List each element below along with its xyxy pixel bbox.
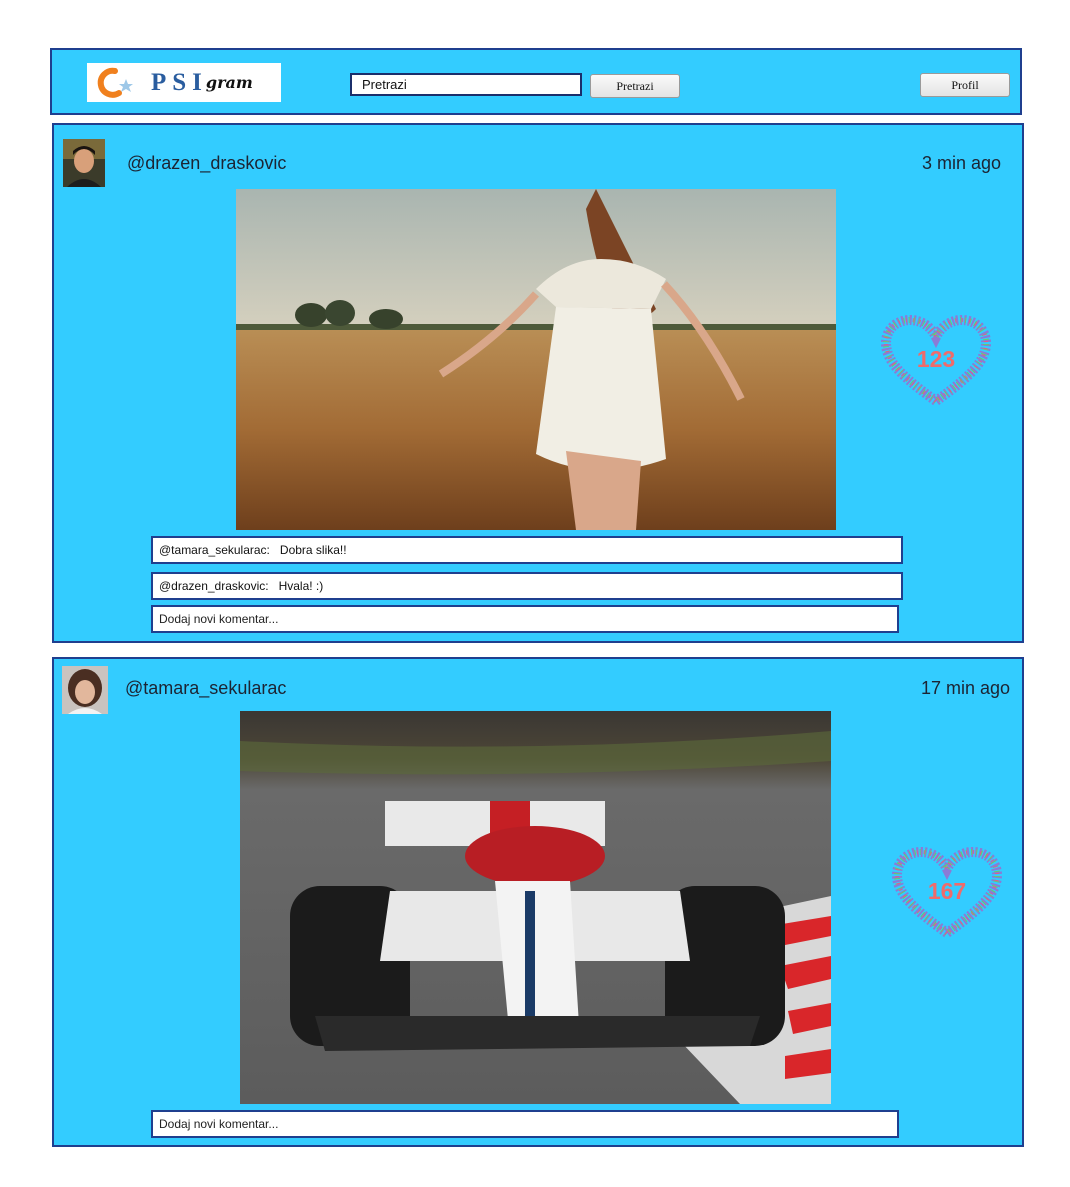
post-card: @tamara_sekularac 17 min ago 167 Dodaj n… — [52, 657, 1024, 1147]
like-button[interactable]: 167 — [891, 847, 1003, 941]
avatar[interactable] — [63, 139, 105, 187]
profile-button[interactable]: Profil — [920, 73, 1010, 97]
like-button[interactable]: 123 — [880, 315, 992, 409]
comment-author[interactable]: @drazen_draskovic: — [159, 579, 269, 593]
post-timestamp: 3 min ago — [921, 153, 1001, 173]
post-card: @drazen_draskovic 3 min ago 123 @tamara_… — [52, 123, 1024, 643]
post-photo[interactable] — [236, 189, 836, 530]
post-photo[interactable] — [240, 711, 831, 1104]
comment: @drazen_draskovic: Hvala! :) — [151, 572, 903, 600]
top-bar: PSI gram Pretrazi Profil — [50, 48, 1022, 115]
post-username[interactable]: @tamara_sekularac — [125, 678, 286, 699]
logo-subtitle: gram — [205, 73, 253, 92]
like-count: 167 — [927, 877, 967, 904]
comment: @tamara_sekularac: Dobra slika!! — [151, 536, 903, 564]
logo-swirl-icon — [97, 67, 133, 98]
post-timestamp: 17 min ago — [920, 678, 1010, 698]
like-count: 123 — [916, 345, 956, 372]
comment-text: Dobra slika!! — [279, 543, 347, 557]
new-comment-input[interactable] — [151, 1110, 899, 1138]
avatar[interactable] — [62, 666, 108, 714]
comment-author[interactable]: @tamara_sekularac: — [159, 543, 270, 557]
new-comment-input[interactable] — [151, 605, 899, 633]
app-logo[interactable]: PSI gram — [87, 63, 281, 102]
search-input[interactable] — [350, 73, 582, 96]
logo-title: PSI — [151, 68, 208, 96]
post-username[interactable]: @drazen_draskovic — [127, 153, 286, 174]
comment-text: Hvala! :) — [278, 579, 324, 593]
search-button[interactable]: Pretrazi — [590, 74, 680, 98]
